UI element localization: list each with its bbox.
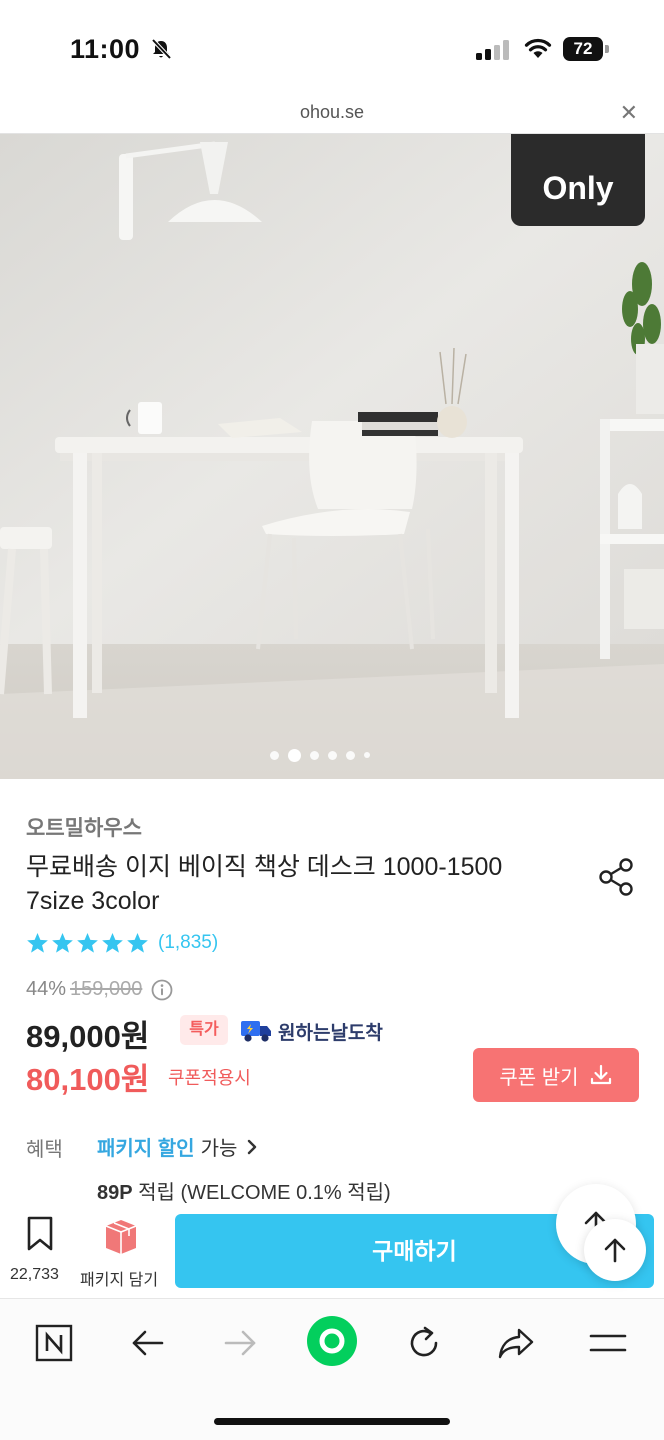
carousel-indicator[interactable] [270,748,370,762]
naver-home-button[interactable] [32,1321,76,1365]
forward-button[interactable] [218,1321,262,1365]
review-count[interactable]: (1,835) [158,932,218,954]
home-indicator[interactable] [214,1418,450,1425]
hamburger-menu-icon [589,1334,627,1352]
package-discount-link[interactable]: 패키지 할인 가능 [97,1132,259,1161]
delivery-truck-icon [241,1021,271,1042]
carousel-dot-active[interactable] [288,748,301,762]
rating[interactable]: (1,835) [26,930,218,956]
delivery-label: 원하는날도착 [278,1022,383,1044]
reload-button[interactable] [402,1321,446,1365]
benefit-label: 혜택 [26,1139,63,1161]
points-amount: 89P [97,1182,133,1204]
star-icon [52,932,73,953]
special-price-badge: 특가 [180,1015,228,1045]
arrow-left-icon [132,1330,164,1356]
menu-button[interactable] [586,1321,630,1365]
package-discount-text: 패키지 할인 [97,1138,195,1160]
status-bar: 11:00 72 [0,0,664,96]
coupon-price-label: 쿠폰적용시 [168,1068,251,1088]
package-available-text: 가능 [200,1138,238,1160]
info-icon[interactable] [151,979,173,1001]
scroll-to-top-button-secondary[interactable] [584,1219,646,1281]
original-price: 159,000 [70,978,143,1000]
share-icon[interactable] [596,856,638,898]
green-dot-icon [307,1316,357,1366]
carousel-dot[interactable] [364,752,370,758]
product-photo [0,134,664,779]
star-icon [127,932,148,953]
download-icon [590,1064,611,1085]
browser-toolbar [0,1298,664,1440]
back-button[interactable] [126,1321,170,1365]
sale-price: 89,000원 [26,1019,150,1054]
only-badge: Only [511,134,645,226]
share-arrow-icon [498,1328,534,1359]
delivery-badge: 원하는날도착 [240,1016,383,1046]
carousel-dot[interactable] [310,750,319,760]
arrow-up-icon [604,1238,626,1263]
chevron-right-icon [248,1139,257,1154]
star-icon [77,932,98,953]
carousel-dot[interactable] [328,750,337,760]
points-text: 적립 (WELCOME 0.1% 적립) [138,1182,391,1204]
get-coupon-button[interactable]: 쿠폰 받기 [473,1048,639,1102]
url-bar[interactable]: ohou.se ✕ [0,96,664,134]
wifi-icon [524,38,552,58]
original-price-row: 44% 159,000 [26,978,173,1001]
close-icon[interactable]: ✕ [620,100,638,126]
discount-rate: 44% [26,978,67,1000]
package-box-icon[interactable] [100,1216,142,1256]
share-page-button[interactable] [494,1321,538,1365]
refresh-icon [410,1326,438,1357]
status-time: 11:00 [70,34,141,64]
points-row: 89P 적립 (WELCOME 0.1% 적립) [97,1176,391,1205]
product-image-carousel[interactable]: Only [0,134,664,779]
bookmark-count[interactable]: 22,733 [10,1266,59,1284]
add-package-label[interactable]: 패키지 담기 [80,1266,158,1290]
battery-icon: 72 [563,37,609,61]
product-title: 무료배송 이지 베이직 책상 데스크 1000-1500 7size 3colo… [26,853,503,915]
carousel-dot[interactable] [270,750,279,760]
star-icon [102,932,123,953]
naver-green-dot-button[interactable] [306,1315,358,1367]
get-coupon-label: 쿠폰 받기 [499,1066,579,1089]
bookmark-icon[interactable] [24,1216,56,1252]
coupon-price: 80,100원 [26,1062,150,1097]
star-icon [27,932,48,953]
cellular-signal-icon [476,40,509,60]
bell-off-icon [151,38,172,60]
naver-n-icon [35,1324,73,1362]
brand-name[interactable]: 오트밀하우스 [26,812,142,842]
arrow-right-icon [224,1330,256,1356]
carousel-dot[interactable] [346,750,355,760]
battery-level: 72 [573,39,593,58]
url-domain[interactable]: ohou.se [0,102,664,123]
